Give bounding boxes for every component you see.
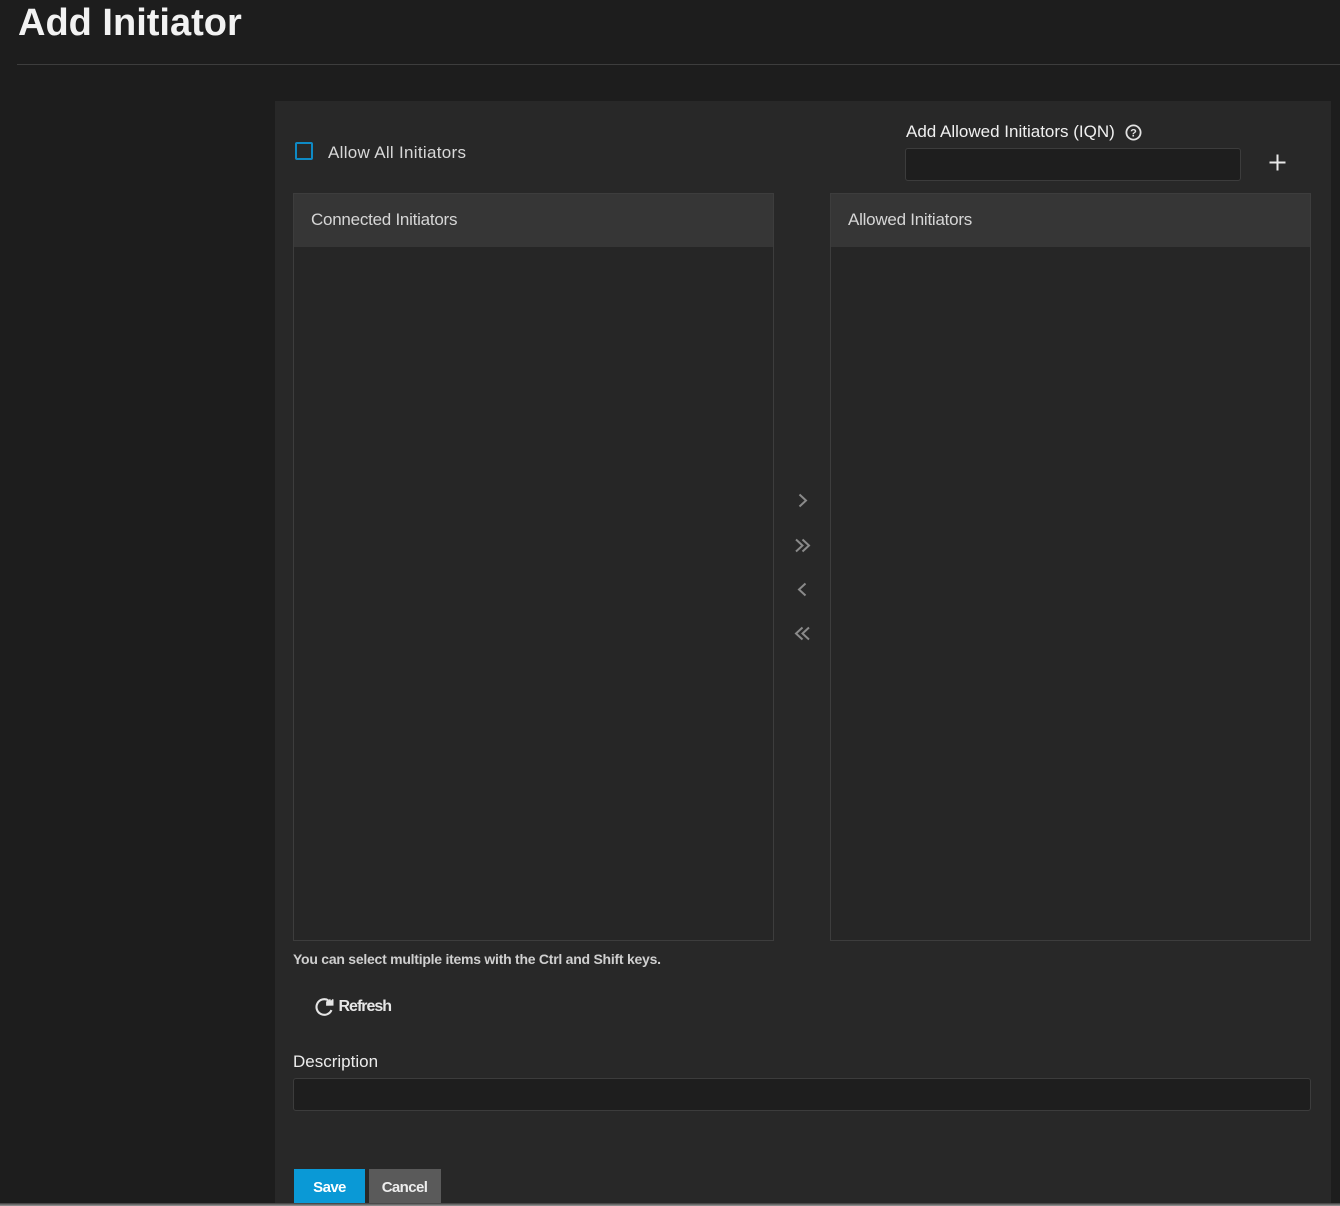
svg-text:?: ? — [1130, 128, 1137, 140]
